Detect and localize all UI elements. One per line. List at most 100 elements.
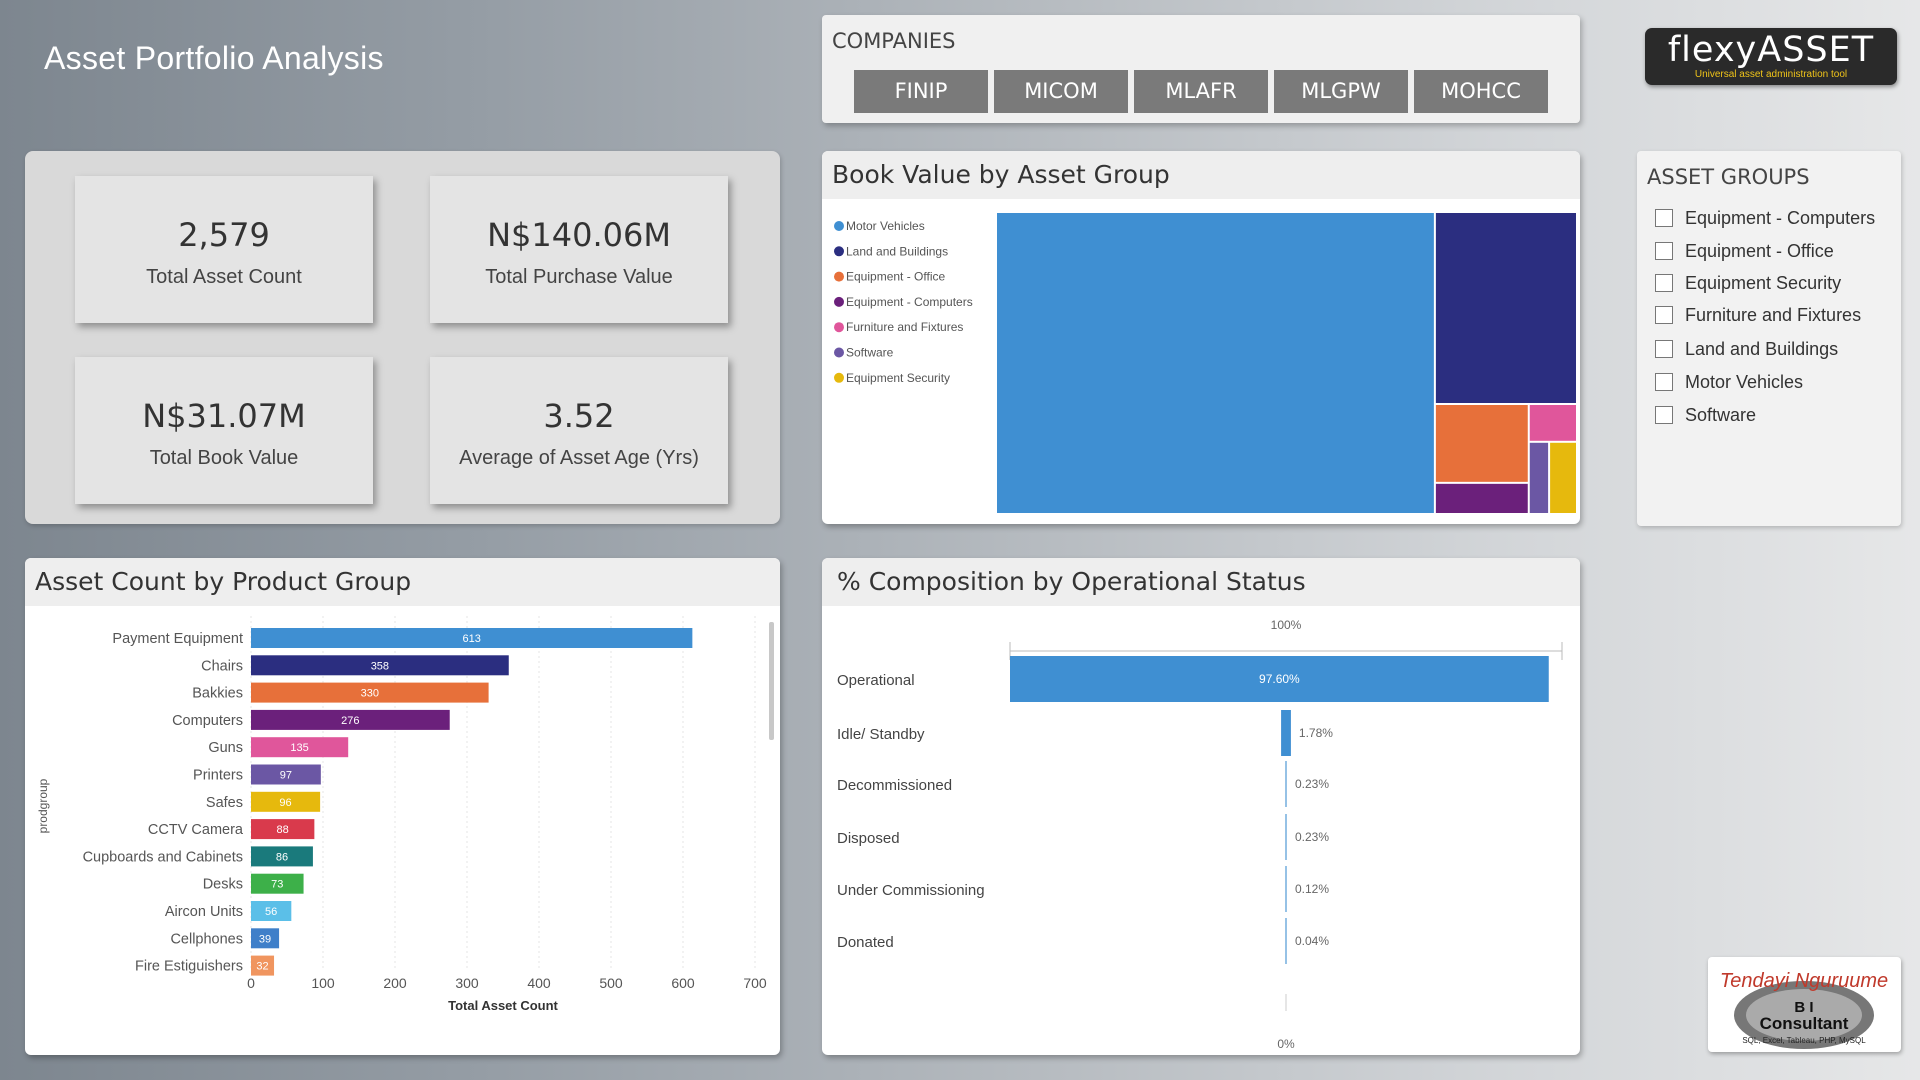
checkbox[interactable] <box>1655 340 1673 358</box>
status-label: Operational <box>837 672 915 689</box>
status-bar[interactable] <box>1285 761 1287 807</box>
category-label: Cellphones <box>170 931 243 947</box>
bar-value-label: 73 <box>271 879 283 891</box>
legend-dot <box>834 271 844 282</box>
treemap-motor-vehicles[interactable] <box>997 213 1434 513</box>
checkbox[interactable] <box>1655 406 1673 424</box>
treemap-equipment-computers[interactable] <box>1435 483 1528 513</box>
bar-value-label: 96 <box>279 797 291 809</box>
company-button-micom[interactable]: MICOM <box>994 70 1128 113</box>
legend-dot <box>834 221 844 231</box>
consultant-logo: Tendayi Nguruume B I Consultant SQL, Exc… <box>1708 957 1901 1052</box>
bar-value-label: 88 <box>277 824 289 836</box>
y-axis-title: prodgroup <box>36 778 50 833</box>
x-tick-label: 100 <box>311 975 335 991</box>
status-label: Under Commissioning <box>837 882 985 899</box>
kpi-card-purchase-value: N$140.06M Total Purchase Value <box>430 176 728 323</box>
x-tick-label: 0 <box>247 975 255 991</box>
checkbox[interactable] <box>1655 306 1673 324</box>
operational-status-panel: % Composition by Operational Status 100%… <box>822 558 1580 1055</box>
company-button-mlafr[interactable]: MLAFR <box>1134 70 1268 113</box>
bar-value-label: 330 <box>361 688 379 700</box>
category-label: Fire Estiguishers <box>135 959 243 975</box>
companies-slicer: COMPANIES FINIP MICOM MLAFR MLGPW MOHCC <box>822 15 1580 123</box>
asset-group-option[interactable]: Equipment - Computers <box>1655 207 1875 229</box>
treemap-software[interactable] <box>1529 442 1549 513</box>
x-tick-label: 400 <box>527 975 551 991</box>
company-button-mlgpw[interactable]: MLGPW <box>1274 70 1408 113</box>
asset-group-option[interactable]: Furniture and Fixtures <box>1655 304 1861 326</box>
asset-count-title: Asset Count by Product Group <box>25 558 780 606</box>
status-value-label: 0.23% <box>1295 777 1329 791</box>
category-label: Chairs <box>201 658 243 674</box>
treemap-land-buildings[interactable] <box>1435 213 1576 403</box>
status-value-label: 97.60% <box>1259 672 1300 686</box>
asset-group-option[interactable]: Equipment - Office <box>1655 240 1834 262</box>
kpi-value: N$31.07M <box>142 397 306 435</box>
legend-label: Land and Buildings <box>846 244 948 258</box>
x-axis-title: Total Asset Count <box>448 998 558 1013</box>
kpi-value: 3.52 <box>543 397 615 435</box>
legend-label: Motor Vehicles <box>846 219 925 233</box>
bar-value-label: 32 <box>256 961 268 973</box>
asset-groups-slicer: ASSET GROUPS Equipment - Computers Equip… <box>1637 151 1901 526</box>
legend-label: Software <box>846 346 894 360</box>
category-label: CCTV Camera <box>148 822 244 838</box>
logo-text-accent: ASSET <box>1757 30 1875 70</box>
status-value-label: 0.23% <box>1295 830 1329 844</box>
bar-value-label: 358 <box>371 660 389 672</box>
category-label: Desks <box>203 877 243 893</box>
status-value-label: 1.78% <box>1299 726 1333 740</box>
asset-group-option[interactable]: Software <box>1655 404 1756 426</box>
status-label: Donated <box>837 934 894 951</box>
category-label: Computers <box>172 713 243 729</box>
category-label: Printers <box>193 768 243 784</box>
treemap-equipment-office[interactable] <box>1435 405 1528 482</box>
logo-text-main: flexy <box>1667 30 1758 70</box>
x-tick-label: 600 <box>671 975 695 991</box>
checkbox[interactable] <box>1655 209 1673 227</box>
category-label: Payment Equipment <box>112 631 243 647</box>
consultant-name: Tendayi Nguruume <box>1720 970 1888 992</box>
treemap-chart: Motor Vehicles Land and Buildings Equipmen… <box>834 213 1576 513</box>
status-bar[interactable] <box>1285 814 1287 860</box>
asset-groups-label: ASSET GROUPS <box>1647 165 1810 189</box>
asset-group-option[interactable]: Land and Buildings <box>1655 338 1838 360</box>
asset-count-panel: Asset Count by Product Group 0 100 200 300 4… <box>25 558 780 1055</box>
checkbox[interactable] <box>1655 373 1673 391</box>
scrollbar[interactable] <box>769 622 774 740</box>
legend-dot <box>834 296 844 307</box>
status-bar[interactable] <box>1285 918 1287 964</box>
consultant-title: Consultant <box>1760 1014 1849 1033</box>
bar-value-label: 613 <box>463 633 481 645</box>
treemap-furniture-fixtures[interactable] <box>1529 405 1576 441</box>
checkbox[interactable] <box>1655 274 1673 292</box>
status-label: Idle/ Standby <box>837 726 925 743</box>
category-label: Safes <box>206 795 243 811</box>
kpi-card-asset-count: 2,579 Total Asset Count <box>75 176 373 323</box>
x-tick-label: 200 <box>383 975 407 991</box>
checkbox[interactable] <box>1655 242 1673 260</box>
bar-value-label: 97 <box>280 770 292 782</box>
treemap-equipment-security[interactable] <box>1550 442 1576 513</box>
scale-bottom-label: 0% <box>1277 1037 1295 1051</box>
kpi-label: Total Book Value <box>149 447 299 469</box>
logo-tagline: Universal asset administration tool <box>1694 69 1848 80</box>
asset-group-option[interactable]: Equipment Security <box>1655 272 1841 294</box>
consultant-logo-graphic: Tendayi Nguruume B I Consultant SQL, Exc… <box>1720 970 1888 1049</box>
x-tick-label: 500 <box>599 975 623 991</box>
status-bar[interactable] <box>1285 866 1287 912</box>
status-bar[interactable] <box>1281 710 1291 756</box>
scale-top-label: 100% <box>1271 618 1302 632</box>
asset-count-chart: 0 100 200 300 400 500 600 700 Payment Equipment 6… <box>36 616 774 1013</box>
company-button-finip[interactable]: FINIP <box>854 70 988 113</box>
status-value-label: 0.04% <box>1295 934 1329 948</box>
kpi-value: 2,579 <box>178 216 270 254</box>
status-label: Decommissioned <box>837 777 952 794</box>
kpi-label: Total Asset Count <box>146 266 302 288</box>
asset-group-option[interactable]: Motor Vehicles <box>1655 371 1803 393</box>
treemap-title: Book Value by Asset Group <box>822 151 1580 199</box>
legend-label: Equipment Security <box>846 371 950 385</box>
category-label: Cupboards and Cabinets <box>83 849 243 865</box>
company-button-mohcc[interactable]: MOHCC <box>1414 70 1548 113</box>
